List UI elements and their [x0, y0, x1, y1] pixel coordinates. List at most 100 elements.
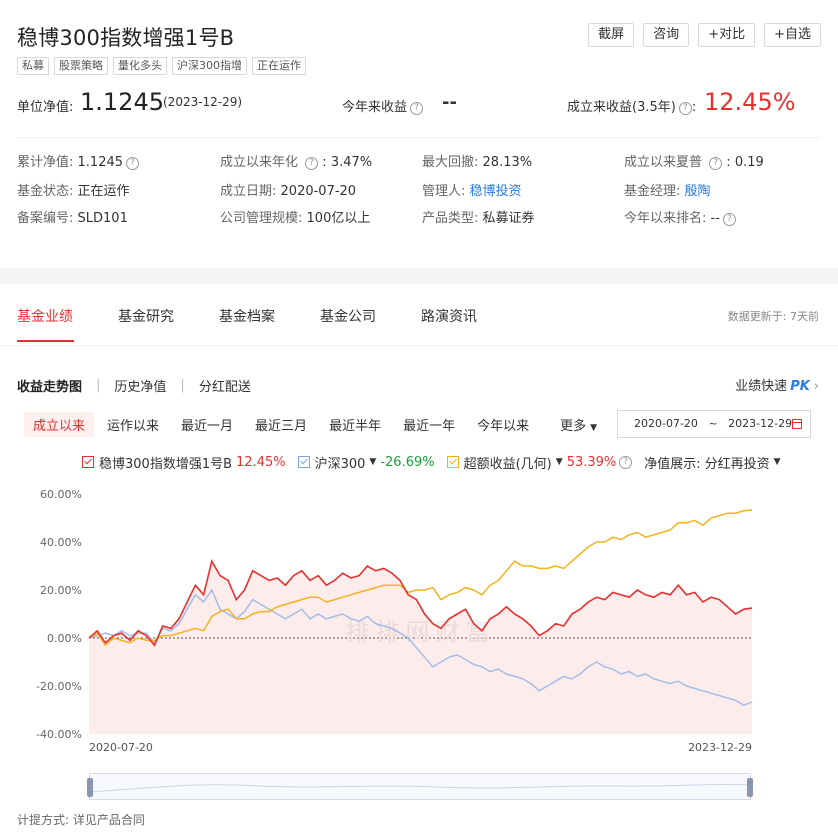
subnav-history-nav[interactable]: 历史净值	[114, 376, 166, 395]
range-selector: 成立以来 运作以来 最近一月 最近三月 最近半年 最近一年 今年以来 更多 ▼	[24, 411, 597, 437]
tag-status: 正在运作	[252, 57, 306, 75]
founded-date: 成立日期: 2020-07-20	[220, 184, 357, 199]
active-tab-indicator	[17, 340, 74, 342]
y-tick-label: 60.00%	[40, 488, 82, 501]
fund-title: 稳博300指数增强1号B	[17, 26, 235, 50]
range-since-inception[interactable]: 成立以来	[24, 411, 95, 437]
sharpe-ratio: 成立以来夏普 ? : 0.19	[624, 155, 764, 170]
range-slider[interactable]	[87, 773, 753, 800]
checkbox-checked-icon[interactable]	[446, 456, 459, 468]
nav-value: 1.1245	[80, 88, 164, 116]
cum-nav: 累计净值: 1.1245?	[17, 151, 140, 170]
data-update-info: 数据更新于: 7天前	[727, 310, 819, 323]
date-sep: ~	[708, 417, 718, 430]
return-chart[interactable]: 60.00%40.00%20.00%0.00%-20.00%-40.00%排排网…	[0, 479, 838, 759]
x-tick-label: 2023-12-29	[688, 741, 752, 754]
calendar-icon	[792, 419, 802, 429]
more-ranges-dropdown[interactable]: 更多 ▼	[560, 415, 597, 434]
divider	[17, 137, 821, 138]
fund-manager-link[interactable]: 殷陶	[685, 184, 711, 199]
tab-profile[interactable]: 基金档案	[219, 306, 275, 332]
record-number: 备案编号: SLD101	[17, 211, 128, 226]
caret-down-icon[interactable]: ▼	[369, 457, 376, 467]
since-inception-label: 成立来收益(3.5年)?:	[567, 100, 697, 115]
caret-down-icon[interactable]: ▼	[556, 457, 563, 467]
compare-button[interactable]: +对比	[698, 23, 756, 47]
y-tick-label: 0.00%	[47, 632, 82, 645]
nav-date: (2023-12-29)	[163, 95, 243, 109]
range-3m[interactable]: 最近三月	[246, 412, 316, 437]
main-tabs: 基金业绩 基金研究 基金档案 基金公司 路演资讯	[17, 306, 522, 332]
caret-down-icon: ▼	[773, 457, 781, 467]
fund-manager: 基金经理: 殷陶	[624, 184, 711, 199]
mini-overview	[90, 783, 750, 793]
date-end: 2023-12-29	[728, 417, 793, 430]
annualized-return: 成立以来年化 ? : 3.47%	[220, 155, 373, 170]
tab-roadshow[interactable]: 路演资讯	[421, 306, 477, 332]
tag-index-enhance: 沪深300指增	[172, 57, 247, 75]
max-drawdown: 最大回撤: 28.13%	[422, 155, 533, 170]
checkbox-checked-icon[interactable]	[82, 456, 94, 468]
tag-strategy: 股票策略	[54, 57, 108, 75]
help-icon[interactable]: ?	[678, 102, 692, 115]
range-1y[interactable]: 最近一年	[394, 412, 464, 437]
slider-handle-right[interactable]	[747, 778, 753, 797]
ytd-rank: 今年以来排名: --?	[624, 207, 736, 226]
nav-display-select[interactable]: 净值展示: 分红再投资 ▼	[644, 453, 780, 472]
range-ytd[interactable]: 今年以来	[468, 412, 538, 437]
help-icon[interactable]: ?	[126, 157, 140, 170]
chevron-right-icon: ›	[813, 379, 819, 394]
help-icon[interactable]: ?	[619, 455, 633, 469]
fee-note: 计提方式: 详见产品合同	[17, 813, 145, 827]
range-since-operation[interactable]: 运作以来	[98, 412, 168, 437]
subnav-dividends[interactable]: 分红配送	[199, 376, 251, 395]
action-buttons: 截屏 咨询 +对比 +自选	[588, 23, 821, 47]
range-6m[interactable]: 最近半年	[320, 412, 390, 437]
chart-subnav: 收益走势图 | 历史净值 | 分红配送	[17, 375, 251, 395]
checkbox-checked-icon[interactable]	[297, 456, 310, 468]
fund-header-card: 稳博300指数增强1号B 截屏 咨询 +对比 +自选 私募 股票策略 量化多头 …	[0, 0, 838, 268]
mini-overview-line	[90, 783, 750, 793]
nav-label: 单位净值:	[17, 100, 74, 115]
help-icon[interactable]: ?	[722, 213, 736, 226]
x-tick-label: 2020-07-20	[89, 741, 153, 754]
legend-fund[interactable]: 稳博300指数增强1号B 12.45%	[82, 453, 286, 472]
company-scale: 公司管理规模: 100亿以上	[220, 211, 371, 226]
screenshot-button[interactable]: 截屏	[588, 23, 635, 47]
slider-handle-left[interactable]	[87, 778, 93, 797]
legend-index[interactable]: 沪深300 ▼ -26.69%	[297, 453, 435, 472]
separator: |	[96, 377, 101, 393]
help-icon[interactable]: ?	[410, 102, 424, 115]
ytd-return-value: --	[442, 92, 457, 113]
tab-performance[interactable]: 基金业绩	[17, 306, 73, 332]
since-inception-value: 12.45%	[704, 88, 796, 116]
y-tick-label: 20.00%	[40, 584, 82, 597]
quick-pk-link[interactable]: 业绩快速 PK ›	[735, 375, 819, 394]
subnav-return-trend[interactable]: 收益走势图	[17, 376, 82, 395]
fund-area	[89, 561, 752, 734]
nav-summary: 单位净值: 1.1245 (2023-12-29) 今年来收益? -- 成立来收…	[17, 88, 821, 122]
caret-down-icon: ▼	[590, 422, 598, 433]
tag-quant: 量化多头	[113, 57, 167, 75]
y-tick-label: 40.00%	[40, 536, 82, 549]
consult-button[interactable]: 咨询	[643, 23, 690, 47]
range-1m[interactable]: 最近一月	[172, 412, 242, 437]
y-tick-label: -20.00%	[36, 680, 82, 693]
tab-company[interactable]: 基金公司	[320, 306, 376, 332]
chart-legend: 稳博300指数增强1号B 12.45% 沪深300 ▼ -26.69% 超额收益…	[82, 452, 793, 472]
manager-company: 管理人: 稳博投资	[422, 184, 522, 199]
legend-excess[interactable]: 超额收益(几何) ▼ 53.39% ?	[446, 453, 633, 472]
watchlist-button[interactable]: +自选	[764, 23, 821, 47]
separator: |	[180, 377, 185, 393]
date-range-picker[interactable]: 2020-07-20 ~ 2023-12-29	[617, 410, 811, 438]
manager-company-link[interactable]: 稳博投资	[470, 184, 522, 199]
fund-tags: 私募 股票策略 量化多头 沪深300指增 正在运作	[17, 57, 306, 75]
fund-status: 基金状态: 正在运作	[17, 184, 130, 199]
divider	[0, 345, 838, 346]
tag-private: 私募	[17, 57, 49, 75]
y-tick-label: -40.00%	[36, 728, 82, 741]
help-icon[interactable]: ?	[305, 157, 319, 170]
tab-research[interactable]: 基金研究	[118, 306, 174, 332]
ytd-return-label: 今年来收益?	[342, 96, 424, 115]
help-icon[interactable]: ?	[709, 157, 723, 170]
